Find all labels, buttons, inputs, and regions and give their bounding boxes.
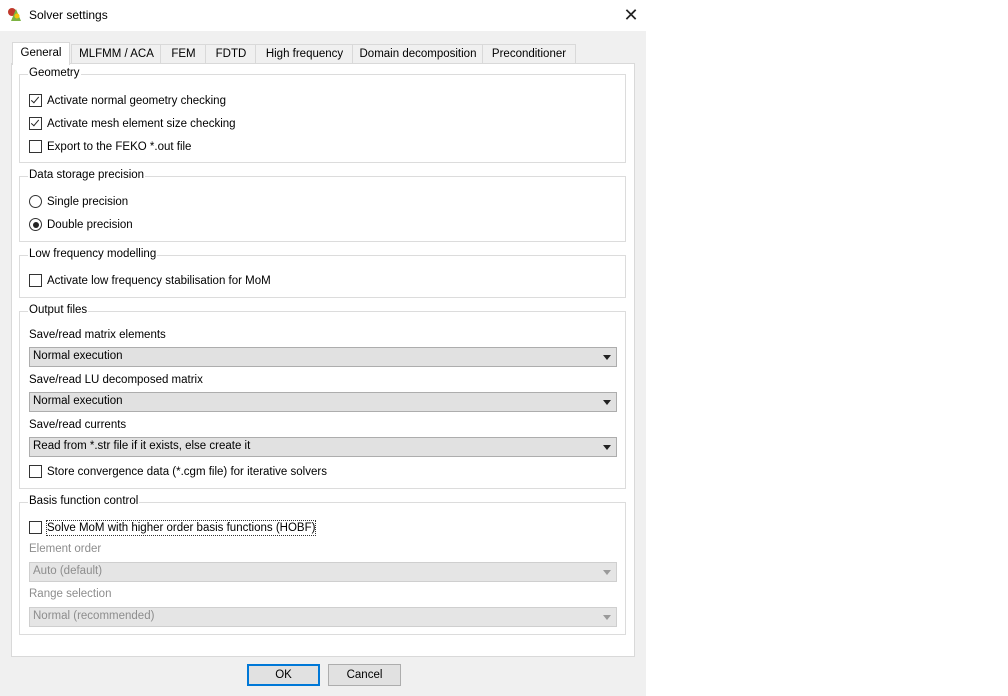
element-order-dropdown[interactable]: Auto (default) xyxy=(29,562,617,582)
chevron-down-icon xyxy=(603,445,611,450)
currents-dropdown[interactable]: Read from *.str file if it exists, else … xyxy=(29,437,617,457)
tab-fdtd[interactable]: FDTD xyxy=(205,44,257,64)
range-selection-dropdown[interactable]: Normal (recommended) xyxy=(29,607,617,627)
dropdown-value: Normal (recommended) xyxy=(33,610,155,622)
checkbox-label: Store convergence data (*.cgm file) for … xyxy=(47,466,327,478)
low-frequency-legend: Low frequency modelling xyxy=(28,248,158,260)
close-icon[interactable]: ✕ xyxy=(618,3,644,27)
title-bar: Solver settings ✕ xyxy=(0,0,646,31)
cancel-button[interactable]: Cancel xyxy=(328,664,401,686)
dropdown-value: Normal execution xyxy=(33,350,123,362)
dropdown-value: Auto (default) xyxy=(33,565,103,577)
checkbox-label: Activate mesh element size checking xyxy=(47,118,236,130)
currents-label: Save/read currents xyxy=(29,419,127,431)
checkbox-box[interactable] xyxy=(29,140,42,153)
chevron-down-icon xyxy=(603,355,611,360)
tab-domain-decomposition[interactable]: Domain decomposition xyxy=(352,44,484,64)
checkbox-box[interactable] xyxy=(29,117,42,130)
basis-function-legend: Basis function control xyxy=(28,495,140,507)
geometry-group: Geometry Activate normal geometry checki… xyxy=(19,67,626,163)
tab-high-frequency[interactable]: High frequency xyxy=(255,44,354,64)
checkbox-box[interactable] xyxy=(29,94,42,107)
tab-mlfmm-aca[interactable]: MLFMM / ACA xyxy=(71,44,162,64)
app-icon xyxy=(8,8,21,21)
checkbox-box[interactable] xyxy=(29,274,42,287)
range-selection-label: Range selection xyxy=(29,588,112,600)
lu-matrix-dropdown[interactable]: Normal execution xyxy=(29,392,617,412)
radio-label: Double precision xyxy=(47,219,133,231)
lu-matrix-label: Save/read LU decomposed matrix xyxy=(29,374,203,386)
solver-settings-dialog: Solver settings ✕ General MLFMM / ACA FE… xyxy=(0,0,646,696)
tab-panel-general: Geometry Activate normal geometry checki… xyxy=(11,63,635,657)
checkbox-label: Activate normal geometry checking xyxy=(47,95,226,107)
element-order-label: Element order xyxy=(29,543,102,555)
matrix-elements-label: Save/read matrix elements xyxy=(29,329,166,341)
dropdown-value: Normal execution xyxy=(33,395,123,407)
geometry-legend: Geometry xyxy=(28,67,81,79)
radio-circle[interactable] xyxy=(29,195,42,208)
chevron-down-icon xyxy=(603,570,611,575)
checkbox-label: Solve MoM with higher order basis functi… xyxy=(45,520,317,536)
radio-label: Single precision xyxy=(47,196,129,208)
output-files-legend: Output files xyxy=(28,304,89,316)
dropdown-value: Read from *.str file if it exists, else … xyxy=(33,440,251,452)
matrix-elements-dropdown[interactable]: Normal execution xyxy=(29,347,617,367)
window-title: Solver settings xyxy=(29,8,108,22)
low-frequency-group: Low frequency modelling Activate low fre… xyxy=(19,248,626,298)
output-files-group: Output files Save/read matrix elements N… xyxy=(19,304,626,489)
tab-general[interactable]: General xyxy=(12,42,70,65)
tab-preconditioner[interactable]: Preconditioner xyxy=(482,44,576,64)
chevron-down-icon xyxy=(603,615,611,620)
chevron-down-icon xyxy=(603,400,611,405)
checkbox-box[interactable] xyxy=(29,521,42,534)
checkbox-box[interactable] xyxy=(29,465,42,478)
checkbox-label: Export to the FEKO *.out file xyxy=(47,141,192,153)
tab-fem[interactable]: FEM xyxy=(160,44,207,64)
ok-button[interactable]: OK xyxy=(247,664,320,686)
radio-circle[interactable] xyxy=(29,218,42,231)
checkbox-label: Activate low frequency stabilisation for… xyxy=(47,275,271,287)
precision-group: Data storage precision Single precision … xyxy=(19,169,626,242)
precision-legend: Data storage precision xyxy=(28,169,146,181)
basis-function-group: Basis function control Solve MoM with hi… xyxy=(19,495,626,635)
